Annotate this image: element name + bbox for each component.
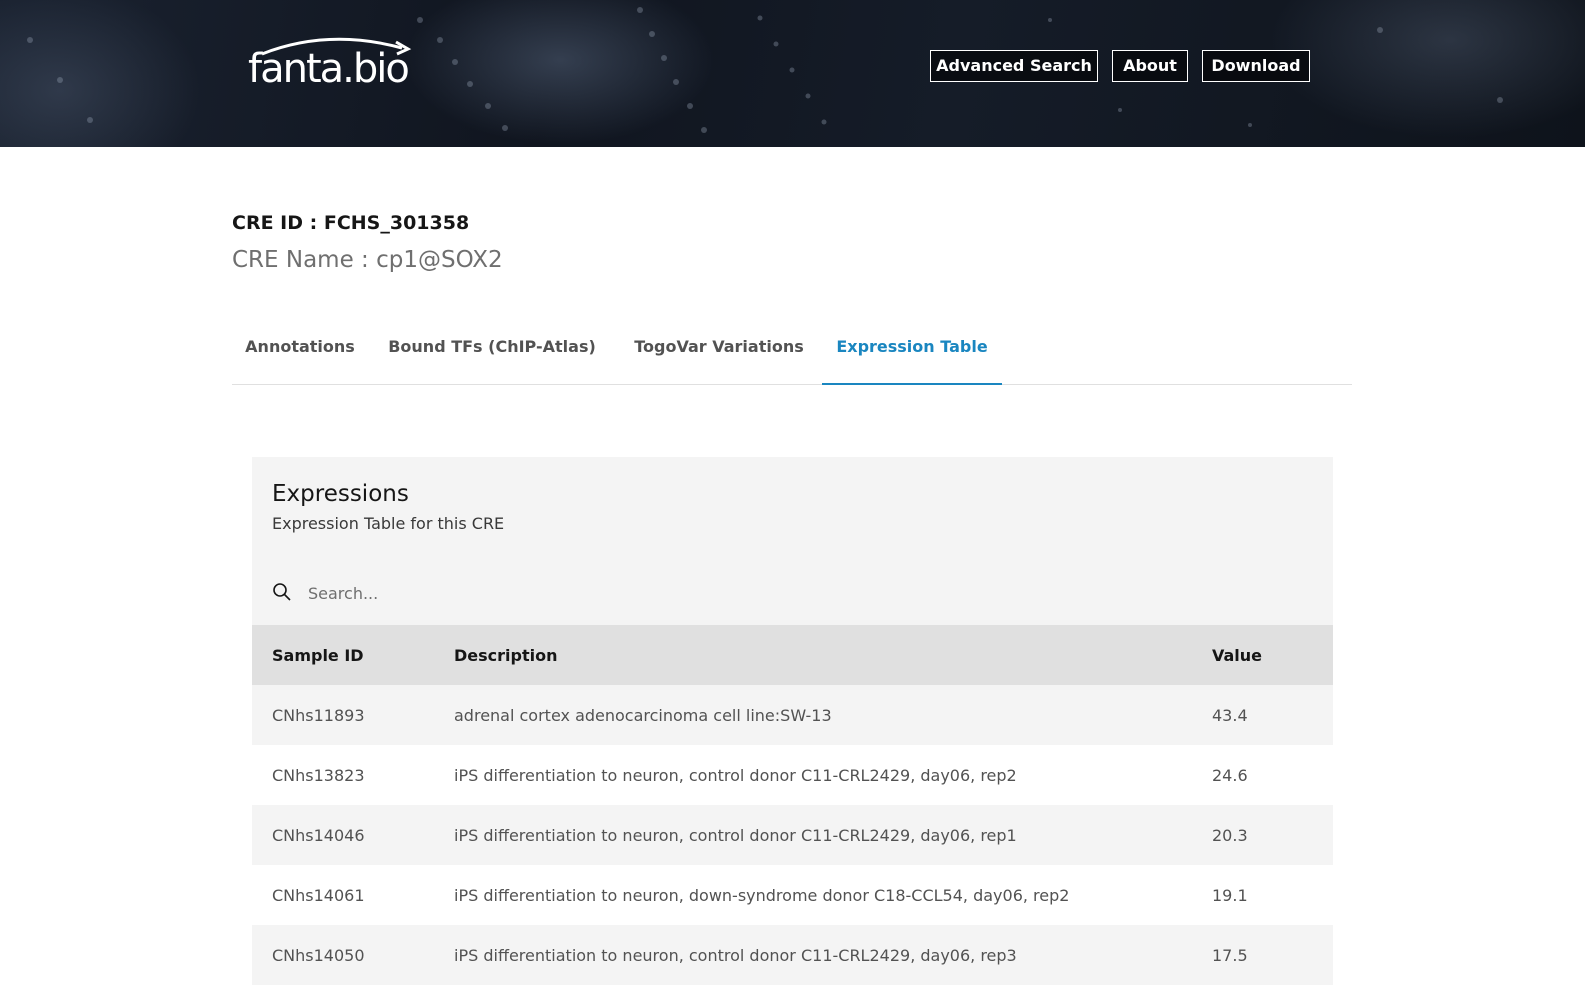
site-header: fanta.bio Advanced Search About Download bbox=[0, 0, 1585, 147]
search-icon bbox=[273, 583, 291, 601]
cell-description: adrenal cortex adenocarcinoma cell line:… bbox=[454, 705, 832, 725]
cre-id: CRE ID : FCHS_301358 bbox=[232, 212, 470, 234]
tab-expression-table[interactable]: Expression Table bbox=[822, 322, 1002, 385]
dna-background-image bbox=[27, 7, 1503, 133]
panel-title: Expressions bbox=[272, 481, 409, 507]
cell-value: 43.4 bbox=[1212, 705, 1248, 725]
search-input[interactable] bbox=[308, 576, 1308, 610]
cell-value: 17.5 bbox=[1212, 945, 1248, 965]
table-search[interactable] bbox=[252, 564, 1333, 622]
logo-text: fanta.bio bbox=[248, 46, 410, 92]
tab-bound-tfs[interactable]: Bound TFs (ChIP-Atlas) bbox=[368, 322, 616, 385]
tab-bar: Annotations Bound TFs (ChIP-Atlas) TogoV… bbox=[232, 322, 1352, 385]
fanta-bio-logo[interactable]: fanta.bio bbox=[248, 32, 418, 100]
cell-value: 20.3 bbox=[1212, 825, 1248, 845]
table-row[interactable]: CNhs14046 iPS differentiation to neuron,… bbox=[252, 805, 1333, 865]
about-button[interactable]: About bbox=[1112, 50, 1188, 82]
expression-table: Sample ID Description Value CNhs11893 ad… bbox=[252, 625, 1333, 985]
column-header-value[interactable]: Value bbox=[1192, 625, 1333, 685]
table-row[interactable]: CNhs14050 iPS differentiation to neuron,… bbox=[252, 925, 1333, 985]
column-header-sample-id[interactable]: Sample ID bbox=[252, 625, 434, 685]
cell-value: 24.6 bbox=[1212, 765, 1248, 785]
column-header-description[interactable]: Description bbox=[434, 625, 1192, 685]
panel-subtitle: Expression Table for this CRE bbox=[272, 514, 505, 533]
tab-annotations[interactable]: Annotations bbox=[232, 322, 368, 385]
cre-name: CRE Name : cp1@SOX2 bbox=[232, 247, 503, 273]
cell-sample-id: CNhs14061 bbox=[272, 885, 365, 905]
advanced-search-button[interactable]: Advanced Search bbox=[930, 50, 1098, 82]
cell-sample-id: CNhs11893 bbox=[272, 705, 365, 725]
download-button[interactable]: Download bbox=[1202, 50, 1310, 82]
cell-value: 19.1 bbox=[1212, 885, 1248, 905]
table-header-row: Sample ID Description Value bbox=[252, 625, 1333, 685]
table-row[interactable]: CNhs13823 iPS differentiation to neuron,… bbox=[252, 745, 1333, 805]
cell-sample-id: CNhs14050 bbox=[272, 945, 365, 965]
table-row[interactable]: CNhs11893 adrenal cortex adenocarcinoma … bbox=[252, 685, 1333, 745]
expressions-panel: Expressions Expression Table for this CR… bbox=[252, 457, 1333, 985]
table-row[interactable]: CNhs14061 iPS differentiation to neuron,… bbox=[252, 865, 1333, 925]
cell-description: iPS differentiation to neuron, control d… bbox=[454, 765, 1017, 785]
cell-description: iPS differentiation to neuron, down-synd… bbox=[454, 885, 1070, 905]
tab-togovar-variations[interactable]: TogoVar Variations bbox=[616, 322, 822, 385]
cell-description: iPS differentiation to neuron, control d… bbox=[454, 945, 1017, 965]
cell-sample-id: CNhs14046 bbox=[272, 825, 365, 845]
cell-description: iPS differentiation to neuron, control d… bbox=[454, 825, 1017, 845]
cell-sample-id: CNhs13823 bbox=[272, 765, 365, 785]
